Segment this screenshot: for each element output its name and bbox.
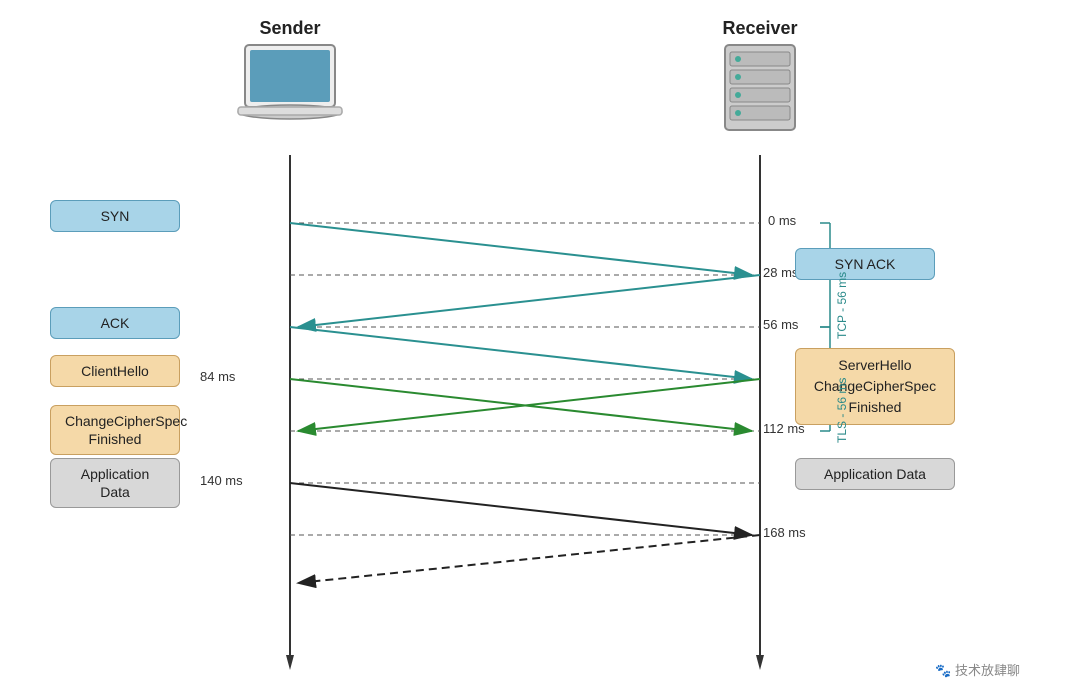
watermark: 🐾 技术放肆聊 <box>935 660 1020 679</box>
receiver-label: Receiver <box>710 18 810 39</box>
time-168ms: 168 ms <box>763 525 806 540</box>
time-140ms: 140 ms <box>200 473 243 488</box>
time-28ms: 28 ms <box>763 265 798 280</box>
msg-appdata-left: Application Data <box>50 458 180 508</box>
time-0ms: 0 ms <box>768 213 796 228</box>
msg-syn: SYN <box>50 200 180 232</box>
sender-icon <box>220 40 360 140</box>
tcp-bracket-label: TCP - 56 ms <box>835 255 849 355</box>
sender-label: Sender <box>240 18 340 39</box>
diagram: Sender Receiver <box>0 0 1080 697</box>
msg-serverhello: ServerHelloChangeCipherSpecFinished <box>795 348 955 425</box>
receiver-icon <box>700 40 820 140</box>
msg-synack: SYN ACK <box>795 248 935 280</box>
tls-bracket-label: TLS - 56 ms <box>835 360 849 460</box>
msg-clienthello: ClientHello <box>50 355 180 387</box>
msg-ack: ACK <box>50 307 180 339</box>
time-84ms: 84 ms <box>200 369 235 384</box>
time-56ms: 56 ms <box>763 317 798 332</box>
msg-appdata-right: Application Data <box>795 458 955 490</box>
msg-changecipherspec-finished: ChangeCipherSpecFinished <box>50 405 180 455</box>
